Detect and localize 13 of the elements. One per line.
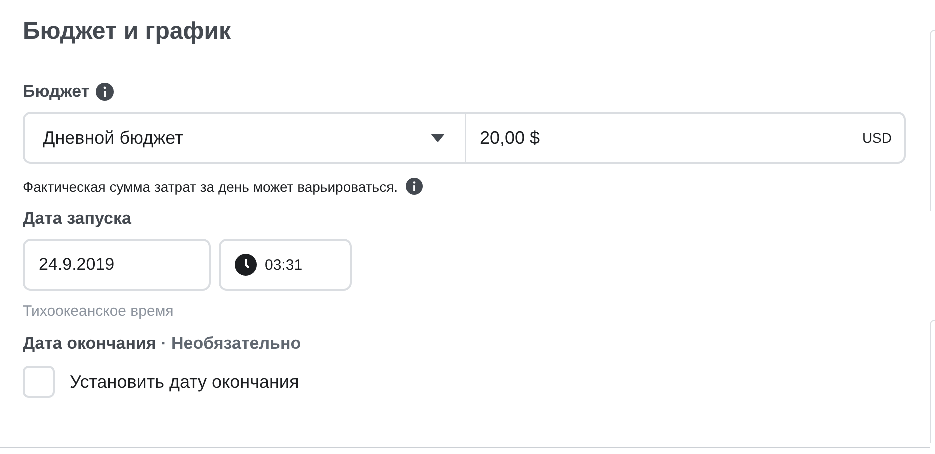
field-label: Дата запуска [23, 209, 132, 229]
hint-text: Фактическая сумма затрат за день может варьироваться. [23, 178, 398, 194]
checkbox[interactable] [23, 366, 55, 398]
timezone-text: Тихоокеанское время [23, 303, 175, 320]
section-title: Бюджет и график [23, 18, 232, 47]
clock-icon [235, 254, 257, 276]
time-field[interactable]: 03:31 [219, 239, 352, 291]
date-field[interactable]: 24.9.2019 [23, 239, 211, 291]
field-label: Бюджет [23, 82, 90, 102]
info-icon[interactable] [406, 178, 424, 195]
field-label: Дата окончания · Необязательно [23, 334, 302, 354]
info-icon[interactable] [96, 83, 114, 101]
checkbox-label: Установить дату окончания [70, 372, 300, 392]
